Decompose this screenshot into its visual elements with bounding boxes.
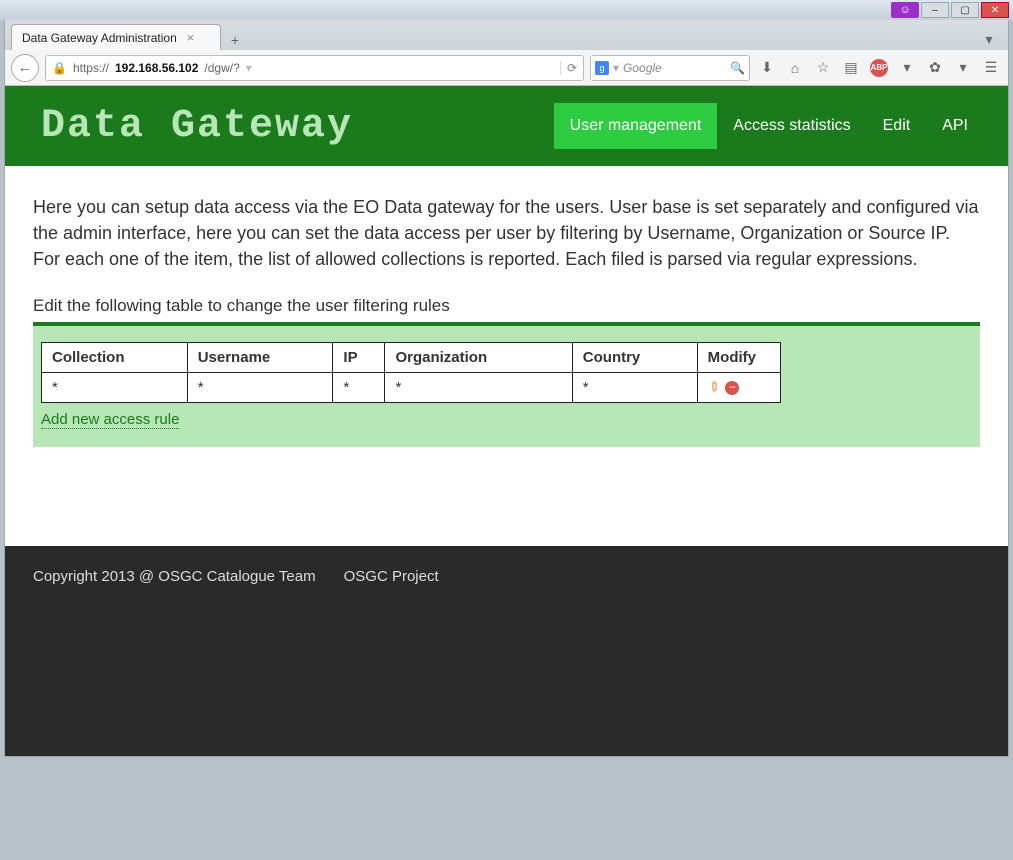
col-username: Username xyxy=(187,343,333,373)
table-panel: Collection Username IP Organization Coun… xyxy=(33,322,980,447)
downloads-icon[interactable]: ⬇ xyxy=(756,57,778,79)
url-path: /dgw/? xyxy=(204,61,239,75)
site-logo: Data Gateway xyxy=(41,104,353,149)
mask-icon[interactable]: ☺ xyxy=(891,2,919,18)
cell-username: * xyxy=(187,373,333,403)
site-nav: User management Access statistics Edit A… xyxy=(554,103,984,149)
rules-table: Collection Username IP Organization Coun… xyxy=(41,342,781,403)
edit-icon[interactable]: ✎ xyxy=(703,378,723,398)
clipboard-icon[interactable]: ▤ xyxy=(840,57,862,79)
browser-toolbar: ← 🔒 https:// 192.168.56.102/dgw/? ▾ ⟳ g ▾… xyxy=(5,50,1008,86)
bookmark-icon[interactable]: ☆ xyxy=(812,57,834,79)
footer-project-link[interactable]: OSGC Project xyxy=(344,568,439,734)
browser-tab[interactable]: Data Gateway Administration × xyxy=(11,24,221,50)
lock-icon: 🔒 xyxy=(52,61,67,75)
col-ip: IP xyxy=(333,343,385,373)
extension-dropdown-icon[interactable]: ▾ xyxy=(952,57,974,79)
cell-country: * xyxy=(572,373,697,403)
main-content: Here you can setup data access via the E… xyxy=(5,166,1008,546)
close-tab-icon[interactable]: × xyxy=(187,30,195,45)
table-row: * * * * * ✎ – xyxy=(42,373,781,403)
search-dropdown-icon[interactable]: ▾ xyxy=(613,61,619,75)
os-titlebar: ☺ – ▢ ✕ xyxy=(0,0,1013,20)
url-host: 192.168.56.102 xyxy=(115,61,198,75)
nav-api[interactable]: API xyxy=(926,103,984,149)
search-box[interactable]: g ▾ Google 🔍 xyxy=(590,55,750,81)
new-tab-button[interactable]: + xyxy=(225,30,245,50)
cell-collection: * xyxy=(42,373,188,403)
tab-overflow-icon[interactable]: ▾ xyxy=(978,28,1000,50)
add-rule-link[interactable]: Add new access rule xyxy=(41,411,179,429)
adblock-dropdown-icon[interactable]: ▾ xyxy=(896,57,918,79)
back-button[interactable]: ← xyxy=(11,54,39,82)
nav-access-statistics[interactable]: Access statistics xyxy=(717,103,866,149)
browser-window: Data Gateway Administration × + ▾ ← 🔒 ht… xyxy=(4,20,1009,757)
footer-copyright: Copyright 2013 @ OSGC Catalogue Team xyxy=(33,568,316,734)
nav-user-management[interactable]: User management xyxy=(554,103,718,149)
table-label: Edit the following table to change the u… xyxy=(33,296,980,316)
cell-modify: ✎ – xyxy=(697,373,780,403)
reload-icon[interactable]: ⟳ xyxy=(560,61,577,75)
delete-icon[interactable]: – xyxy=(725,381,739,395)
cell-ip: * xyxy=(333,373,385,403)
col-collection: Collection xyxy=(42,343,188,373)
maximize-button[interactable]: ▢ xyxy=(951,2,979,18)
site-header: Data Gateway User management Access stat… xyxy=(5,86,1008,166)
tab-strip: Data Gateway Administration × + ▾ xyxy=(5,20,1008,50)
col-country: Country xyxy=(572,343,697,373)
col-organization: Organization xyxy=(385,343,572,373)
adblock-icon[interactable]: ABP xyxy=(868,57,890,79)
search-icon[interactable]: 🔍 xyxy=(730,61,745,75)
col-modify: Modify xyxy=(697,343,780,373)
site-footer: Copyright 2013 @ OSGC Catalogue Team OSG… xyxy=(5,546,1008,756)
page: Data Gateway User management Access stat… xyxy=(5,86,1008,756)
dropdown-icon[interactable]: ▾ xyxy=(246,61,252,75)
nav-edit[interactable]: Edit xyxy=(867,103,927,149)
table-header-row: Collection Username IP Organization Coun… xyxy=(42,343,781,373)
home-icon[interactable]: ⌂ xyxy=(784,57,806,79)
cell-organization: * xyxy=(385,373,572,403)
google-icon: g xyxy=(595,61,609,75)
minimize-button[interactable]: – xyxy=(921,2,949,18)
intro-text: Here you can setup data access via the E… xyxy=(33,194,980,272)
close-window-button[interactable]: ✕ xyxy=(981,2,1009,18)
tab-title: Data Gateway Administration xyxy=(22,31,177,45)
url-scheme: https:// xyxy=(73,61,109,75)
extension-icon[interactable]: ✿ xyxy=(924,57,946,79)
search-placeholder: Google xyxy=(623,61,662,75)
url-bar[interactable]: 🔒 https:// 192.168.56.102/dgw/? ▾ ⟳ xyxy=(45,55,584,81)
menu-icon[interactable]: ☰ xyxy=(980,57,1002,79)
